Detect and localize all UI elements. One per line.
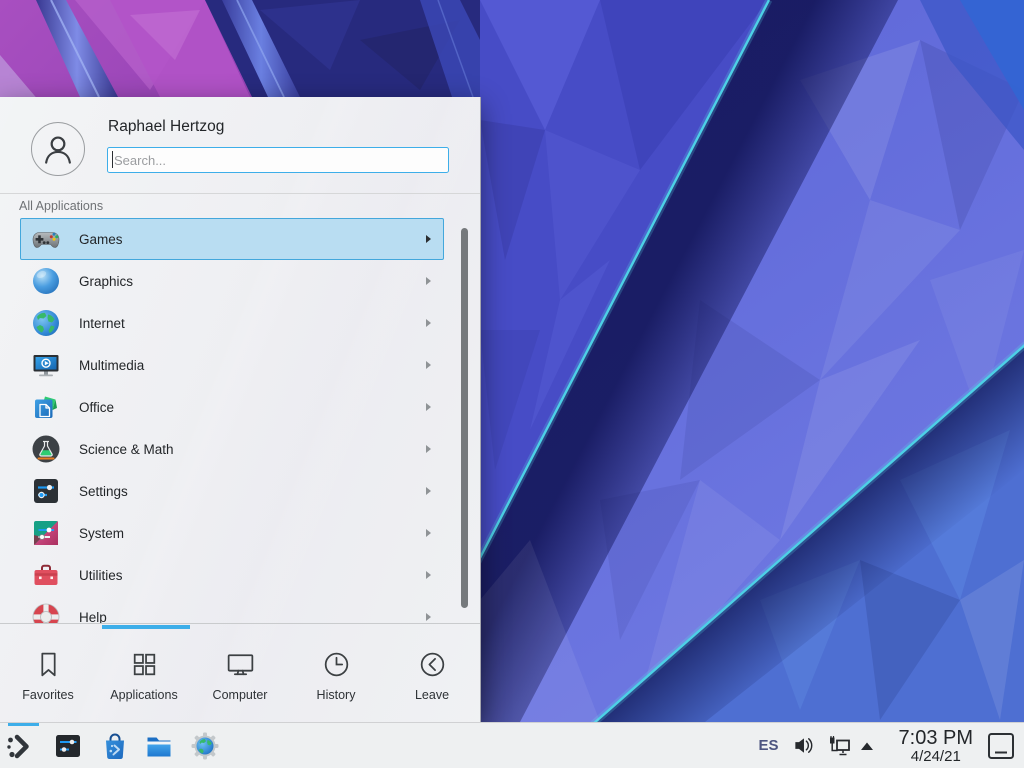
applications-icon (128, 648, 161, 681)
clock-date: 4/24/21 (899, 749, 973, 764)
user-name: Raphael Hertzog (108, 118, 224, 136)
submenu-arrow-icon (426, 613, 431, 621)
tab-label: Applications (110, 688, 177, 702)
text-cursor (112, 151, 113, 168)
category-label: Internet (79, 316, 125, 331)
category-utilities[interactable]: Utilities (20, 554, 444, 596)
keyboard-layout-indicator[interactable]: ES (759, 737, 779, 754)
multimedia-icon (30, 349, 62, 381)
expand-arrow-icon (860, 741, 874, 751)
category-internet[interactable]: Internet (20, 302, 444, 344)
taskbar: ES (0, 722, 1024, 768)
tab-label: Leave (415, 688, 449, 702)
graphics-icon (30, 265, 62, 297)
search-input[interactable] (107, 147, 449, 173)
tabbar-separator (0, 623, 480, 624)
submenu-arrow-icon (426, 235, 431, 243)
favorites-icon (32, 648, 65, 681)
section-label: All Applications (19, 199, 103, 213)
desktop: Raphael Hertzog All Applications Games (0, 0, 1024, 768)
utilities-icon (30, 559, 62, 591)
system-settings-launcher-button[interactable] (53, 731, 83, 761)
submenu-arrow-icon (426, 277, 431, 285)
category-graphics[interactable]: Graphics (20, 260, 444, 302)
tab-leave[interactable]: Leave (384, 627, 480, 722)
tab-bar: Favorites Applications Computer (0, 627, 480, 722)
science-icon (30, 433, 62, 465)
category-list: Games Graphics (0, 218, 480, 623)
category-multimedia[interactable]: Multimedia (20, 344, 444, 386)
submenu-arrow-icon (426, 319, 431, 327)
settings-icon (30, 475, 62, 507)
submenu-arrow-icon (426, 403, 431, 411)
submenu-arrow-icon (426, 445, 431, 453)
category-settings[interactable]: Settings (20, 470, 444, 512)
volume-icon (792, 734, 815, 757)
category-label: Science & Math (79, 442, 174, 457)
category-science-math[interactable]: Science & Math (20, 428, 444, 470)
tab-computer[interactable]: Computer (192, 627, 288, 722)
category-label: Games (79, 232, 123, 247)
tab-label: History (317, 688, 356, 702)
category-label: Graphics (79, 274, 133, 289)
kickoff-launcher-button[interactable] (4, 731, 34, 761)
submenu-arrow-icon (426, 487, 431, 495)
user-icon (36, 127, 80, 171)
computer-icon (224, 648, 257, 681)
system-tray: ES (759, 723, 1024, 768)
dolphin-folder-icon (144, 731, 174, 761)
tab-favorites[interactable]: Favorites (0, 627, 96, 722)
browser-launcher-button[interactable] (190, 731, 220, 761)
network-tray-button[interactable] (827, 734, 851, 758)
leave-icon (416, 648, 449, 681)
globe-gear-icon (190, 731, 220, 761)
kickoff-icon (4, 731, 34, 761)
show-desktop-icon (987, 732, 1015, 760)
tab-history[interactable]: History (288, 627, 384, 722)
tab-applications[interactable]: Applications (96, 627, 192, 722)
show-desktop-button[interactable] (987, 732, 1015, 760)
tab-label: Computer (213, 688, 268, 702)
tab-label: Favorites (22, 688, 73, 702)
scrollbar[interactable] (461, 228, 468, 608)
category-label: System (79, 526, 124, 541)
history-icon (320, 648, 353, 681)
category-label: Settings (79, 484, 128, 499)
category-games[interactable]: Games (20, 218, 444, 260)
submenu-arrow-icon (426, 571, 431, 579)
discover-launcher-button[interactable] (100, 731, 130, 761)
system-settings-icon (53, 731, 83, 761)
category-label: Utilities (79, 568, 123, 583)
category-help[interactable]: Help (20, 596, 444, 623)
office-icon (30, 391, 62, 423)
submenu-arrow-icon (426, 361, 431, 369)
header-separator (0, 193, 480, 194)
category-label: Help (79, 610, 107, 624)
category-system[interactable]: System (20, 512, 444, 554)
launcher-active-indicator (8, 723, 39, 726)
digital-clock[interactable]: 7:03 PM 4/24/21 (899, 728, 973, 764)
help-icon (30, 601, 62, 623)
games-icon (30, 223, 62, 255)
dolphin-launcher-button[interactable] (144, 731, 174, 761)
tray-expand-button[interactable] (860, 741, 874, 751)
category-label: Multimedia (79, 358, 144, 373)
category-office[interactable]: Office (20, 386, 444, 428)
discover-icon (100, 731, 130, 761)
clock-time: 7:03 PM (899, 728, 973, 748)
category-label: Office (79, 400, 114, 415)
system-icon (30, 517, 62, 549)
submenu-arrow-icon (426, 529, 431, 537)
user-avatar[interactable] (31, 122, 85, 176)
volume-tray-button[interactable] (792, 734, 815, 757)
kickoff-menu: Raphael Hertzog All Applications Games (0, 97, 481, 722)
internet-icon (30, 307, 62, 339)
network-wired-icon (827, 734, 851, 758)
